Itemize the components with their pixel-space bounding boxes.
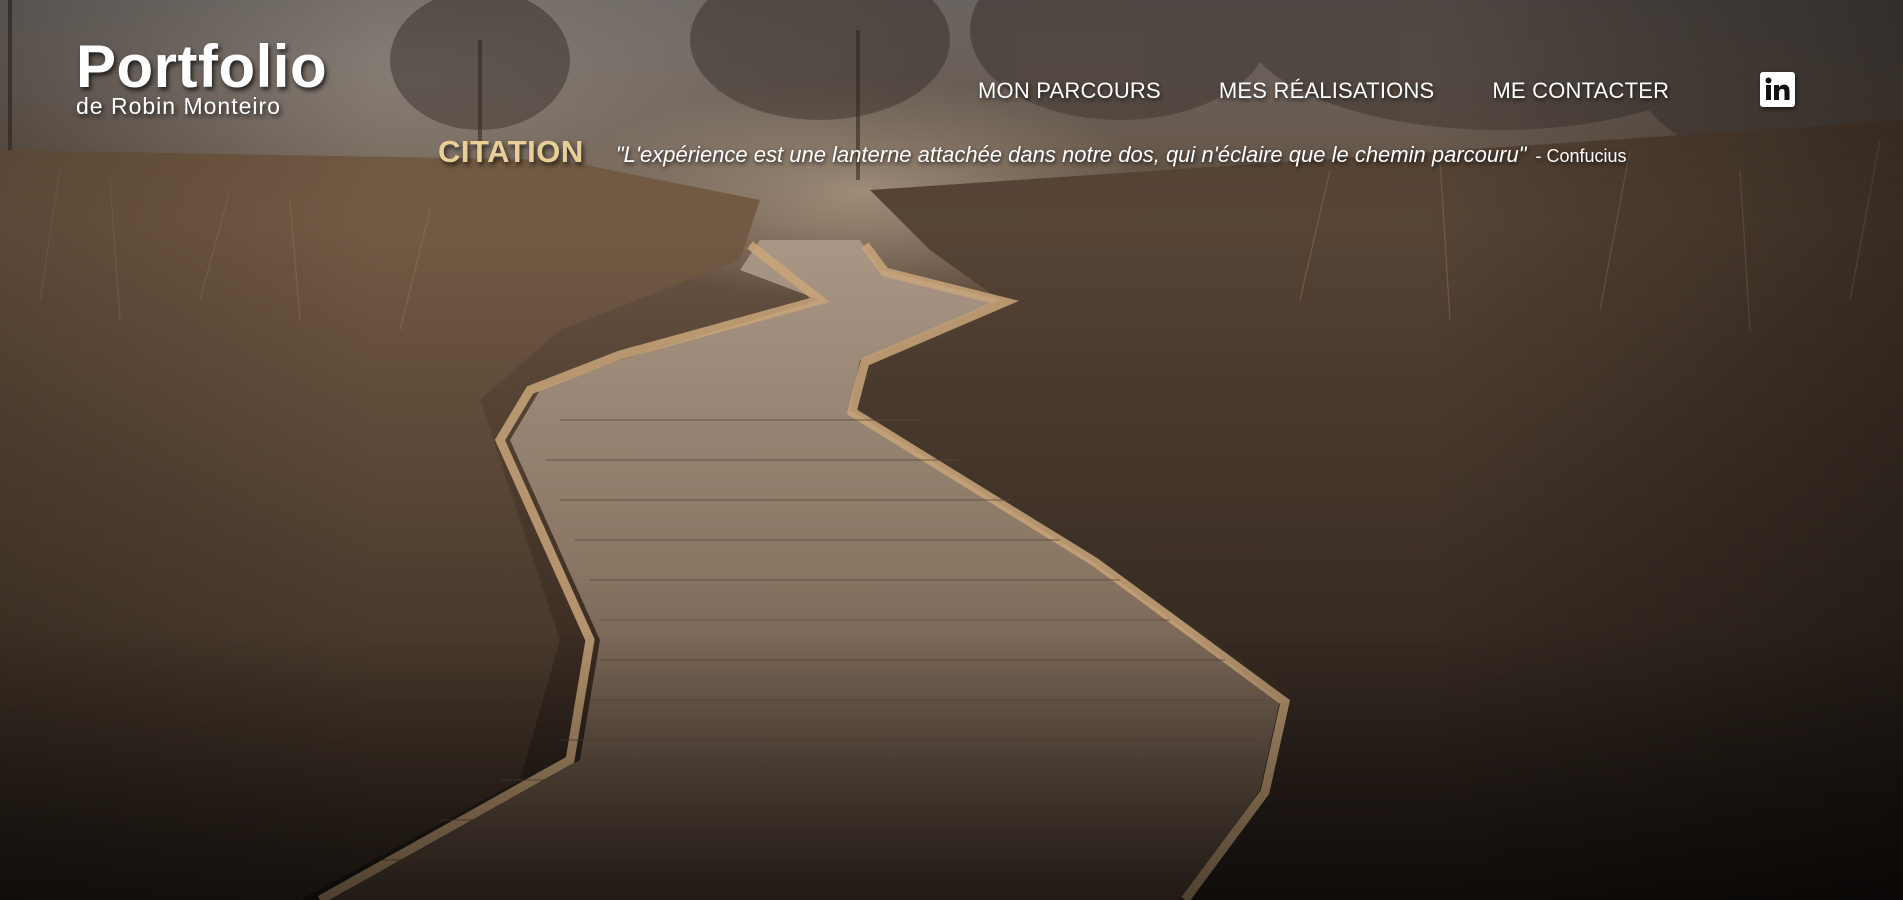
quote-label: CITATION: [438, 134, 584, 169]
site-brand[interactable]: Portfolio de Robin Monteiro: [76, 33, 328, 119]
nav-item-mes-realisations[interactable]: MES RÉALISATIONS: [1219, 78, 1435, 104]
nav-item-me-contacter[interactable]: ME CONTACTER: [1492, 78, 1669, 104]
quote-text: "L'expérience est une lanterne attachée …: [615, 142, 1527, 167]
quote-section: CITATION "L'expérience est une lanterne …: [438, 134, 1627, 170]
site-title: Portfolio: [76, 33, 328, 100]
linkedin-icon[interactable]: [1760, 72, 1795, 107]
main-nav: MON PARCOURS MES RÉALISATIONS ME CONTACT…: [978, 78, 1669, 104]
linkedin-glyph: [1765, 77, 1790, 100]
nav-item-mon-parcours[interactable]: MON PARCOURS: [978, 78, 1161, 104]
quote-author: - Confucius: [1535, 146, 1627, 166]
